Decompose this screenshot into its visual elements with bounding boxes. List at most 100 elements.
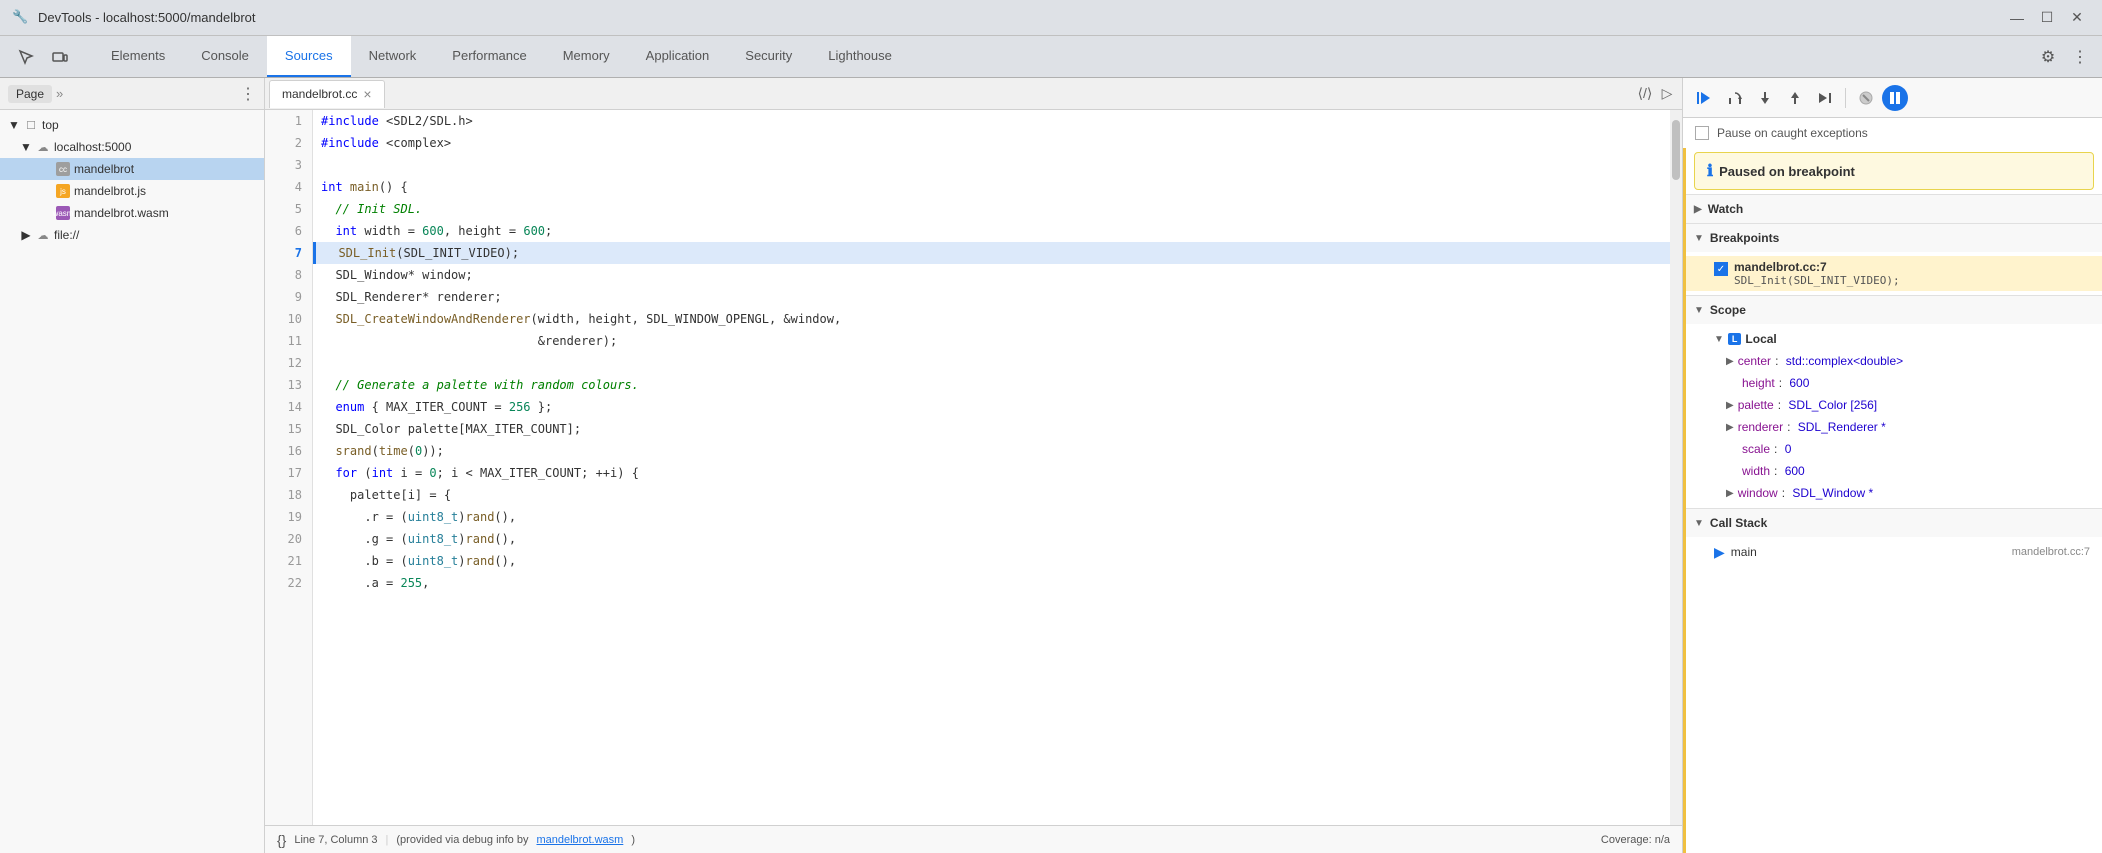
more-icon[interactable]: ⋮ [2066, 43, 2094, 71]
call-stack-content: ▶ main mandelbrot.cc:7 [1686, 537, 2102, 567]
tab-lighthouse[interactable]: Lighthouse [810, 36, 910, 77]
tab-application[interactable]: Application [628, 36, 728, 77]
scope-colon-window: : [1782, 486, 1789, 500]
tab-close-icon[interactable]: × [363, 87, 371, 101]
callstack-loc-main: mandelbrot.cc:7 [2012, 546, 2090, 558]
code-line-13: // Generate a palette with random colour… [313, 374, 1670, 396]
status-source-link[interactable]: mandelbrot.wasm [536, 834, 623, 846]
pause-exceptions-checkbox[interactable] [1695, 126, 1709, 140]
line-num-1: 1 [265, 110, 312, 132]
tree-label-mandelbrot-wasm: mandelbrot.wasm [74, 206, 169, 220]
scope-local-label: Local [1745, 332, 1776, 346]
tree-item-mandelbrot-js[interactable]: js mandelbrot.js [0, 180, 264, 202]
code-line-4: int main() { [313, 176, 1670, 198]
status-source-end: ) [631, 834, 635, 846]
tab-memory[interactable]: Memory [545, 36, 628, 77]
code-line-20: .g = (uint8_t)rand(), [313, 528, 1670, 550]
code-scrollbar[interactable] [1670, 110, 1682, 825]
watch-section-label: Watch [1708, 202, 1744, 216]
device-toggle-icon[interactable] [46, 43, 74, 71]
pause-button[interactable] [1882, 85, 1908, 111]
code-content[interactable]: #include <SDL2/SDL.h> #include <complex>… [313, 110, 1670, 825]
line-num-3: 3 [265, 154, 312, 176]
tree-item-file[interactable]: ▶ ☁ file:// [0, 224, 264, 246]
tab-bar: Elements Console Sources Network Perform… [0, 36, 2102, 78]
minimize-button[interactable]: — [2004, 7, 2030, 29]
code-line-8: SDL_Window* window; [313, 264, 1670, 286]
settings-icon[interactable]: ⚙ [2034, 43, 2062, 71]
step-over-button[interactable] [1721, 84, 1749, 112]
step-into-button[interactable] [1751, 84, 1779, 112]
editor-tab-mandelbrot-cc[interactable]: mandelbrot.cc × [269, 80, 385, 108]
tab-elements[interactable]: Elements [93, 36, 183, 77]
callstack-icon: ▶ [1714, 544, 1725, 561]
tree-item-mandelbrot[interactable]: cc mandelbrot [0, 158, 264, 180]
maximize-button[interactable]: ☐ [2034, 7, 2060, 29]
scope-val-width: 600 [1785, 464, 1805, 478]
cloud-icon-localhost: ☁ [36, 140, 50, 154]
tab-sources[interactable]: Sources [267, 36, 351, 77]
breakpoint-item[interactable]: ✓ mandelbrot.cc:7 SDL_Init(SDL_INIT_VIDE… [1686, 256, 2102, 291]
breakpoint-checkbox[interactable]: ✓ [1714, 262, 1728, 276]
line-num-11: 11 [265, 330, 312, 352]
line-num-10: 10 [265, 308, 312, 330]
scroll-thumb[interactable] [1672, 120, 1680, 180]
scope-renderer-arrow: ▶ [1726, 422, 1734, 433]
tree-item-localhost[interactable]: ▼ ☁ localhost:5000 [0, 136, 264, 158]
scope-item-palette[interactable]: ▶ palette : SDL_Color [256] [1686, 394, 2102, 416]
code-line-9: SDL_Renderer* renderer; [313, 286, 1670, 308]
close-button[interactable]: ✕ [2064, 7, 2090, 29]
format-icon[interactable]: ⟨/⟩ [1634, 83, 1656, 105]
step-out-button[interactable] [1781, 84, 1809, 112]
code-line-7: SDL_Init(SDL_INIT_VIDEO); [313, 242, 1670, 264]
call-stack-header[interactable]: ▼ Call Stack [1686, 509, 2102, 537]
tab-security[interactable]: Security [727, 36, 810, 77]
tab-network[interactable]: Network [351, 36, 435, 77]
callstack-item-main[interactable]: ▶ main mandelbrot.cc:7 [1686, 541, 2102, 563]
tab-performance[interactable]: Performance [434, 36, 544, 77]
scope-item-renderer[interactable]: ▶ renderer : SDL_Renderer * [1686, 416, 2102, 438]
line-num-8: 8 [265, 264, 312, 286]
cloud-icon-file: ☁ [36, 228, 50, 242]
scope-content: ▼ L Local ▶ center : std::complex<double… [1686, 324, 2102, 508]
sidebar-more-icon[interactable]: ⋮ [240, 84, 256, 104]
scope-item-width[interactable]: width : 600 [1686, 460, 2102, 482]
scope-local-header[interactable]: ▼ L Local [1686, 328, 2102, 350]
tree-item-mandelbrot-wasm[interactable]: wasm mandelbrot.wasm [0, 202, 264, 224]
debugger-toolbar [1683, 78, 2102, 118]
code-line-10: SDL_CreateWindowAndRenderer(width, heigh… [313, 308, 1670, 330]
scope-item-scale[interactable]: scale : 0 [1686, 438, 2102, 460]
tab-console[interactable]: Console [183, 36, 267, 77]
breakpoints-section-header[interactable]: ▼ Breakpoints [1686, 224, 2102, 252]
tree-label-mandelbrot-js: mandelbrot.js [74, 184, 146, 198]
tree-item-top[interactable]: ▼ ☐ top [0, 114, 264, 136]
watch-section-header[interactable]: ▶ Watch [1686, 195, 2102, 223]
step-button[interactable] [1811, 84, 1839, 112]
sidebar-header: Page » ⋮ [0, 78, 264, 110]
scope-colon-renderer: : [1787, 420, 1794, 434]
tree-label-mandelbrot: mandelbrot [74, 162, 134, 176]
line-num-2: 2 [265, 132, 312, 154]
call-stack-section: ▼ Call Stack ▶ main mandelbrot.cc:7 [1686, 508, 2102, 567]
line-num-4: 4 [265, 176, 312, 198]
sidebar-chevron[interactable]: » [56, 86, 63, 101]
scope-item-window[interactable]: ▶ window : SDL_Window * [1686, 482, 2102, 504]
devtools-icon: 🔧 [12, 9, 30, 27]
tree-label-file: file:// [54, 228, 79, 242]
line-num-13: 13 [265, 374, 312, 396]
pretty-print-icon[interactable]: ▷ [1656, 83, 1678, 105]
code-line-2: #include <complex> [313, 132, 1670, 154]
toolbar-right: ⚙ ⋮ [2026, 36, 2102, 77]
line-num-15: 15 [265, 418, 312, 440]
scope-section-header[interactable]: ▼ Scope [1686, 296, 2102, 324]
scope-prop-window: window [1738, 486, 1778, 500]
scope-item-center[interactable]: ▶ center : std::complex<double> [1686, 350, 2102, 372]
deactivate-breakpoints-button[interactable] [1852, 84, 1880, 112]
scope-item-height[interactable]: height : 600 [1686, 372, 2102, 394]
sidebar-tab-page[interactable]: Page [8, 85, 52, 103]
resume-button[interactable] [1691, 84, 1719, 112]
line-num-12: 12 [265, 352, 312, 374]
code-line-15: SDL_Color palette[MAX_ITER_COUNT]; [313, 418, 1670, 440]
inspect-icon[interactable] [12, 43, 40, 71]
file-js-icon: js [56, 184, 70, 198]
